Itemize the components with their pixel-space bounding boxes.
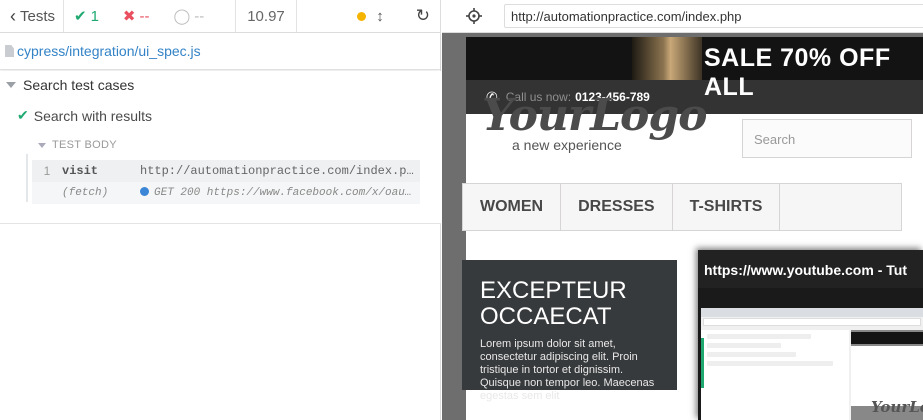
- command-name: (fetch): [62, 187, 109, 199]
- cypress-runner-panel: ‹ Tests ✔ 1 ✖ -- ◯ -- 10.97 ↕ ↻ cypress/…: [0, 0, 441, 420]
- mini-sale-banner: [851, 332, 923, 344]
- running-indicator-icon: [357, 11, 367, 21]
- spec-file-link[interactable]: cypress/integration/ui_spec.js: [0, 33, 440, 70]
- mini-line: [707, 334, 811, 339]
- test-body-toggle[interactable]: TEST BODY: [38, 139, 117, 151]
- slider-title: EXCEPTEUR OCCAECAT: [480, 277, 627, 330]
- command-row-fetch[interactable]: (fetch) GET 200 https://www.facebook.com…: [32, 182, 420, 204]
- main-menu: WOMEN DRESSES T-SHIRTS: [462, 183, 902, 231]
- test-body-label: TEST BODY: [52, 139, 117, 151]
- request-indicator-icon: [140, 187, 149, 196]
- mini-pass-bar: [701, 338, 704, 388]
- spec-path: cypress/integration/ui_spec.js: [17, 43, 201, 59]
- command-message-wrap: GET 200 https://www.facebook.com/x/oauth…: [140, 187, 415, 199]
- file-icon: [5, 45, 14, 57]
- test-title: Search with results: [33, 107, 153, 124]
- check-icon: ✔: [17, 107, 29, 123]
- menu-item-women[interactable]: WOMEN: [463, 184, 562, 230]
- duration-value: 10.97: [247, 7, 285, 25]
- mini-page: [851, 346, 923, 406]
- mini-line: [707, 343, 781, 348]
- failed-stat: ✖ --: [122, 7, 150, 26]
- selector-playground-icon[interactable]: [466, 8, 482, 24]
- chevron-left-icon: ‹: [10, 5, 16, 26]
- runner-header: ‹ Tests ✔ 1 ✖ -- ◯ -- 10.97 ↕ ↻: [0, 0, 440, 33]
- command-name: visit: [62, 164, 99, 178]
- sale-banner-text: SALE 70% OFF ALL: [704, 44, 891, 101]
- auto-scroll-icon[interactable]: ↕: [376, 8, 384, 25]
- caret-down-icon: [38, 142, 46, 148]
- home-slider[interactable]: EXCEPTEUR OCCAECAT Lorem ipsum dolor sit…: [462, 260, 677, 402]
- command-gutter: [26, 154, 28, 202]
- mini-line: [707, 352, 796, 357]
- passed-count: 1: [90, 7, 99, 25]
- mini-logo: YourLogo: [871, 398, 923, 416]
- search-input[interactable]: Search: [742, 119, 912, 158]
- popup-title: https://www.youtube.com - Tut: [698, 250, 923, 288]
- back-to-tests-button[interactable]: ‹ Tests: [0, 0, 64, 32]
- command-message: http://automationpractice.com/index.php: [140, 164, 415, 178]
- check-icon: ✔: [74, 8, 87, 25]
- aut-url-bar: http://automationpractice.com/index.php: [442, 0, 923, 33]
- slider-text: Lorem ipsum dolor sit amet, consectetur …: [480, 338, 655, 402]
- suite-title: Search test cases: [23, 77, 135, 93]
- pending-stat: ◯ --: [173, 7, 205, 26]
- mini-runner: [701, 330, 849, 420]
- failed-count: --: [139, 7, 150, 25]
- menu-item-tshirts[interactable]: T-SHIRTS: [673, 184, 781, 230]
- pending-count: --: [194, 7, 205, 25]
- command-message: GET 200 https://www.facebook.com/x/oauth…: [154, 187, 415, 199]
- stats-bar: ✔ 1 ✖ -- ◯ --: [64, 0, 236, 32]
- back-to-tests-label: Tests: [20, 7, 56, 25]
- site-logo[interactable]: YourLogo a new experience: [482, 90, 708, 153]
- pending-circle-icon: ◯: [173, 8, 191, 25]
- passed-stat: ✔ 1: [74, 7, 99, 26]
- restart-icon[interactable]: ↻: [416, 6, 430, 26]
- menu-item-dresses[interactable]: DRESSES: [561, 184, 673, 230]
- command-row-visit[interactable]: 1 visit http://automationpractice.com/in…: [32, 160, 420, 182]
- video-popup-window[interactable]: https://www.youtube.com - Tut YourLogo: [698, 250, 923, 420]
- caret-down-icon: [6, 82, 16, 88]
- duration: 10.97: [236, 0, 297, 32]
- sale-banner[interactable]: SALE 70% OFF ALL: [466, 37, 923, 101]
- command-number: 1: [43, 164, 51, 178]
- x-icon: ✖: [122, 8, 136, 25]
- suite-title-row[interactable]: Search test cases: [6, 77, 134, 93]
- aut-url-field[interactable]: http://automationpractice.com/index.php: [504, 4, 923, 28]
- logo-subtitle: a new experience: [512, 137, 622, 153]
- popup-video-content: YourLogo: [701, 308, 923, 420]
- runner-controls: ↕ ↻: [297, 0, 440, 32]
- banner-model-image: [632, 37, 702, 80]
- mini-line: [707, 361, 833, 366]
- mini-browser-tabs: [701, 308, 923, 317]
- test-title-row[interactable]: ✔ Search with results: [17, 107, 152, 124]
- mini-url-bar: [703, 318, 921, 326]
- logo-main: YourLogo: [482, 90, 708, 141]
